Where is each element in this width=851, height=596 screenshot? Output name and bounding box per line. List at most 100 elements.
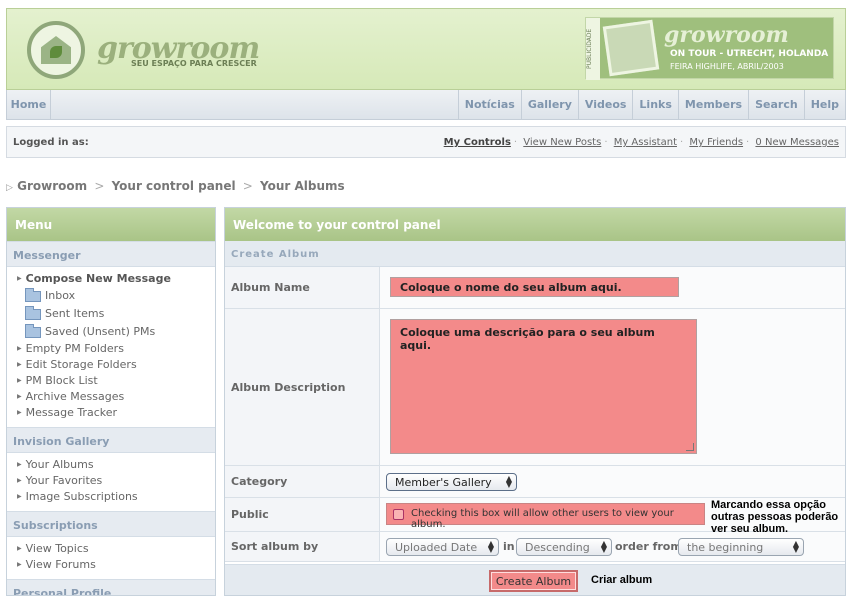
- arrow-right-icon: ▶: [17, 461, 22, 468]
- nav-search[interactable]: Search: [748, 90, 804, 119]
- category-select-value: Member's Gallery: [395, 476, 492, 489]
- sidebar-item-view-forums[interactable]: ▶ View Forums: [7, 557, 215, 573]
- sidebar-section-profile: Personal Profile: [7, 579, 215, 595]
- user-links: My Controls · View New Posts · My Assistan…: [443, 137, 839, 148]
- arrow-right-icon: ▶: [17, 345, 22, 352]
- panel-title: Welcome to your control panel: [225, 208, 845, 241]
- arrow-right-icon: ▶: [17, 561, 22, 568]
- user-bar: Logged in as: My Controls · View New Post…: [6, 126, 846, 158]
- public-label: Public: [225, 498, 380, 531]
- category-label: Category: [225, 466, 380, 497]
- select-arrows-icon: ▲ ▼: [487, 539, 494, 554]
- sidebar-section-subscriptions: Subscriptions: [7, 511, 215, 537]
- sidebar-item-saved[interactable]: Saved (Unsent) PMs: [7, 323, 215, 341]
- folder-icon: [25, 287, 41, 302]
- panel-subtitle: Create Album: [225, 241, 845, 267]
- arrow-right-icon: ▶: [17, 361, 22, 368]
- sort-row: Sort album by Uploaded Date ▲ ▼ in Descen…: [225, 532, 845, 562]
- growroom-logo-icon[interactable]: [27, 21, 85, 79]
- nav-noticias[interactable]: Notícias: [457, 90, 521, 119]
- my-assistant-link[interactable]: My Assistant: [614, 137, 677, 148]
- order-from-select[interactable]: the beginning ▲ ▼: [678, 538, 804, 556]
- ad-banner[interactable]: PUBLICIDADE growroom ON TOUR - UTRECHT, …: [585, 17, 834, 80]
- arrow-right-icon: ▶: [17, 275, 22, 282]
- sidebar-item-label: Compose New Message: [25, 272, 171, 285]
- sidebar-item-label: Archive Messages: [25, 390, 125, 403]
- submit-row: Create Album Criar album: [225, 564, 845, 595]
- ad-wordmark: growroom: [664, 22, 789, 48]
- sidebar-item-block-list[interactable]: ▶ PM Block List: [7, 373, 215, 389]
- sidebar-item-sent[interactable]: Sent Items: [7, 305, 215, 323]
- sidebar-section-messenger: Messenger: [7, 241, 215, 267]
- sidebar-item-label: View Forums: [25, 558, 96, 571]
- public-option: Checking this box will allow other users…: [386, 503, 705, 530]
- create-album-button[interactable]: Create Album: [489, 570, 578, 592]
- main-nav: Home Notícias Gallery Videos Links Membe…: [6, 90, 846, 120]
- sort-order-select[interactable]: Descending ▲ ▼: [516, 538, 612, 556]
- sidebar-item-label: Your Albums: [25, 458, 94, 471]
- sidebar-item-label: Edit Storage Folders: [25, 358, 137, 371]
- breadcrumb-arrow-icon: ▷: [6, 183, 13, 193]
- sort-order-value: Descending: [525, 541, 590, 554]
- view-new-posts-link[interactable]: View New Posts: [523, 137, 601, 148]
- breadcrumb-control-panel[interactable]: Your control panel: [112, 179, 236, 193]
- sidebar-item-compose[interactable]: ▶ Compose New Message: [7, 271, 215, 287]
- sidebar-item-label: Your Favorites: [25, 474, 103, 487]
- sidebar-item-edit-storage[interactable]: ▶ Edit Storage Folders: [7, 357, 215, 373]
- public-row: Public Checking this box will allow othe…: [225, 498, 845, 535]
- select-arrows-icon: ▲ ▼: [600, 539, 607, 554]
- resize-handle-icon[interactable]: [686, 443, 694, 451]
- category-select[interactable]: Member's Gallery ▲ ▼: [386, 473, 517, 491]
- arrow-right-icon: ▶: [17, 493, 22, 500]
- public-checkbox-label[interactable]: Checking this box will allow other users…: [411, 508, 704, 530]
- album-description-textarea[interactable]: Coloque uma descrição para o seu album a…: [390, 319, 697, 454]
- breadcrumb-growroom[interactable]: Growroom: [17, 179, 87, 193]
- nav-home[interactable]: Home: [7, 90, 51, 119]
- sidebar-item-your-albums[interactable]: ▶ Your Albums: [7, 457, 215, 473]
- album-name-row: Album Name Coloque o nome do seu album a…: [225, 267, 845, 309]
- category-row: Category Member's Gallery ▲ ▼: [225, 466, 845, 498]
- sidebar-item-label: PM Block List: [25, 374, 98, 387]
- sidebar-item-label: Saved (Unsent) PMs: [45, 325, 156, 338]
- sidebar-item-tracker[interactable]: ▶ Message Tracker: [7, 405, 215, 421]
- arrow-right-icon: ▶: [17, 477, 22, 484]
- sidebar-menu: Menu Messenger ▶ Compose New Message Inbo…: [6, 207, 216, 596]
- sidebar-item-archive[interactable]: ▶ Archive Messages: [7, 389, 215, 405]
- public-checkbox[interactable]: [393, 509, 404, 520]
- sidebar-item-label: Image Subscriptions: [25, 490, 138, 503]
- order-from-value: the beginning: [687, 541, 764, 554]
- nav-links[interactable]: Links: [632, 90, 677, 119]
- sidebar-item-image-subs[interactable]: ▶ Image Subscriptions: [7, 489, 215, 505]
- select-arrows-icon: ▲ ▼: [792, 539, 799, 554]
- ad-line-2: FEIRA HIGHLIFE, ABRIL/2003: [670, 62, 784, 71]
- logo-tagline: SEU ESPAÇO PARA CRESCER: [131, 59, 257, 68]
- sidebar-item-view-topics[interactable]: ▶ View Topics: [7, 541, 215, 557]
- sidebar-item-label: Empty PM Folders: [25, 342, 124, 355]
- sidebar-item-label: View Topics: [25, 542, 89, 555]
- folder-icon: [25, 323, 41, 338]
- sidebar-item-empty-folders[interactable]: ▶ Empty PM Folders: [7, 341, 215, 357]
- sidebar-item-inbox[interactable]: Inbox: [7, 287, 215, 305]
- nav-help[interactable]: Help: [803, 90, 845, 119]
- album-description-text: Coloque uma descrição para o seu album a…: [400, 326, 655, 352]
- nav-members[interactable]: Members: [677, 90, 748, 119]
- ad-photo-icon: [602, 19, 660, 77]
- my-friends-link[interactable]: My Friends: [689, 137, 743, 148]
- new-messages-link[interactable]: 0 New Messages: [755, 137, 839, 148]
- nav-gallery[interactable]: Gallery: [520, 90, 578, 119]
- sidebar-section-gallery: Invision Gallery: [7, 427, 215, 453]
- album-name-input[interactable]: Coloque o nome do seu album aqui.: [390, 277, 679, 297]
- sidebar-item-label: Sent Items: [45, 307, 105, 320]
- sort-field-select[interactable]: Uploaded Date ▲ ▼: [386, 538, 499, 556]
- my-controls-link[interactable]: My Controls: [444, 137, 511, 148]
- control-panel: Welcome to your control panel Create Alb…: [224, 207, 846, 596]
- sort-in-text: in: [503, 540, 515, 553]
- nav-videos[interactable]: Videos: [577, 90, 633, 119]
- sidebar-item-favorites[interactable]: ▶ Your Favorites: [7, 473, 215, 489]
- album-name-label: Album Name: [225, 267, 380, 308]
- ad-line-1: ON TOUR - UTRECHT, HOLANDA: [670, 49, 829, 59]
- album-description-row: Album Description Coloque uma descrição …: [225, 309, 845, 466]
- album-description-label: Album Description: [225, 309, 380, 465]
- ad-side-label: PUBLICIDADE: [586, 18, 600, 80]
- sidebar-item-label: Inbox: [45, 289, 76, 302]
